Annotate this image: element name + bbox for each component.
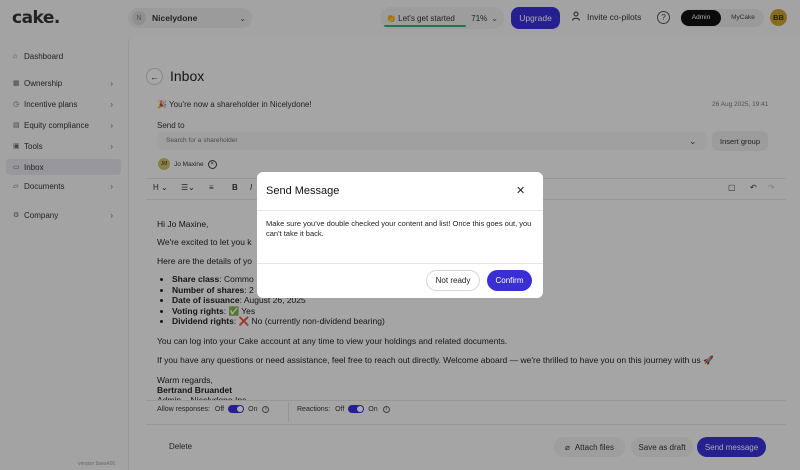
close-icon[interactable]: ✕: [516, 184, 525, 197]
not-ready-button[interactable]: Not ready: [426, 270, 480, 291]
send-message-dialog: Send Message ✕ Make sure you've double c…: [257, 172, 543, 298]
dialog-message: Make sure you've double checked your con…: [266, 219, 532, 238]
dialog-title: Send Message: [266, 185, 340, 197]
divider: [257, 210, 543, 211]
divider: [257, 263, 543, 264]
confirm-button[interactable]: Confirm: [487, 270, 532, 291]
